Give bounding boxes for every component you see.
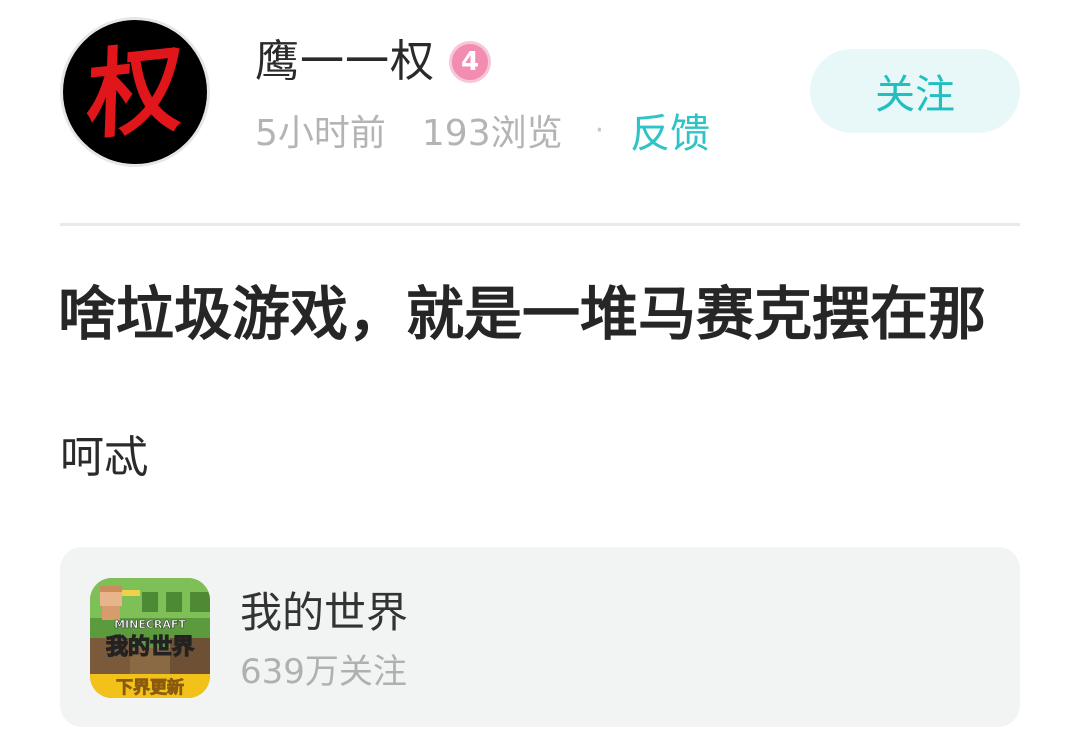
- game-follower-count: 639万关注: [240, 652, 407, 692]
- post-detail-page: 权 鹰一一权 4 5小时前 193浏览 · 反馈 关注 啥垃圾游戏，就是一堆马赛…: [0, 0, 1080, 748]
- meta-separator: ·: [594, 112, 605, 148]
- icon-title-text: 我的世界: [106, 634, 194, 660]
- post-time: 5小时前: [255, 113, 386, 154]
- avatar-glyph: 权: [85, 29, 185, 154]
- follow-button[interactable]: 关注: [810, 49, 1020, 133]
- post-meta: 5小时前 193浏览 · 反馈: [255, 101, 710, 159]
- icon-banner-text: 下界更新: [116, 677, 184, 698]
- post-title: 啥垃圾游戏，就是一堆马赛克摆在那: [58, 280, 987, 348]
- feedback-link[interactable]: 反馈: [630, 101, 710, 159]
- minecraft-app-icon[interactable]: MINECRAFT 我的世界 下界更新: [90, 578, 210, 698]
- game-card[interactable]: MINECRAFT 我的世界 下界更新 我的世界 639万关注: [60, 547, 1020, 727]
- level-number: 4: [460, 47, 480, 77]
- header-divider: [60, 223, 1020, 226]
- icon-logo-text: MINECRAFT: [114, 618, 186, 631]
- view-count: 193浏览: [421, 113, 563, 154]
- author-avatar[interactable]: 权: [60, 17, 210, 167]
- author-name-row: 鹰一一权 4: [255, 34, 491, 90]
- post-body: 呵忒: [60, 432, 148, 483]
- level-badge: 4: [449, 41, 491, 83]
- follow-label: 关注: [875, 72, 955, 118]
- game-name: 我的世界: [240, 588, 409, 637]
- author-name[interactable]: 鹰一一权: [255, 34, 435, 90]
